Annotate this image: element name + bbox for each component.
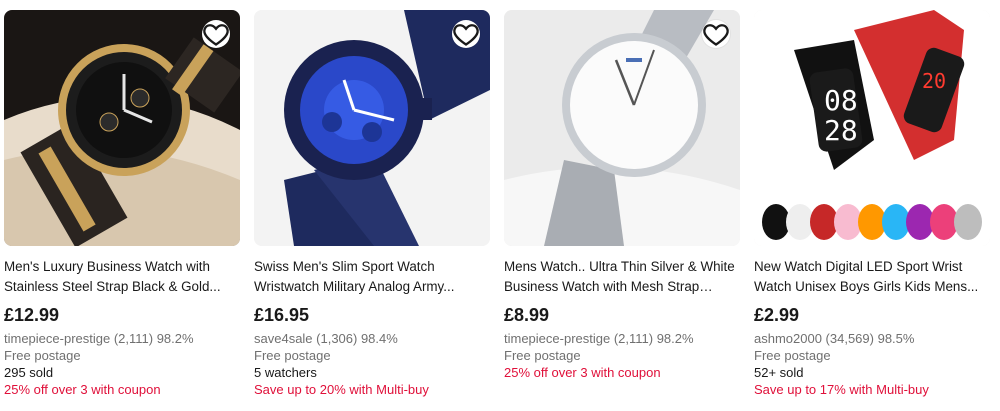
product-image[interactable] <box>254 10 490 246</box>
seller-info: save4sale (1,306) 98.4% <box>254 331 398 346</box>
digital-led-watch-image: 08 28 20 <box>754 10 990 246</box>
product-price: £16.95 <box>254 305 310 325</box>
postage-info: Free postage <box>504 348 581 363</box>
seller-info: ashmo2000 (34,569) 98.5% <box>754 331 915 346</box>
seller-info: timepiece-prestige (2,111) 98.2% <box>504 331 694 346</box>
product-grid: Men's Luxury Business Watch with Stainle… <box>0 0 1000 411</box>
svg-text:20: 20 <box>922 69 946 93</box>
product-price: £8.99 <box>504 305 550 325</box>
postage-info: Free postage <box>754 348 831 363</box>
seller-info: timepiece-prestige (2,111) 98.2% <box>4 331 194 346</box>
promo-text: Save up to 20% with Multi-buy <box>254 382 429 397</box>
product-card[interactable]: Swiss Men's Slim Sport Watch Wristwatch … <box>254 10 492 398</box>
product-title[interactable]: Men's Luxury Business Watch with Stainle… <box>4 257 242 296</box>
product-price: £12.99 <box>4 305 60 325</box>
svg-text:08: 08 <box>824 84 858 117</box>
watchers-count: 5 watchers <box>254 365 317 380</box>
product-image[interactable] <box>4 10 240 246</box>
product-card[interactable]: Mens Watch.. Ultra Thin Silver & White B… <box>504 10 742 381</box>
sold-count: 295 sold <box>4 365 54 380</box>
svg-text:28: 28 <box>824 114 858 147</box>
product-image[interactable] <box>504 10 740 246</box>
promo-text: 25% off over 3 with coupon <box>504 365 661 380</box>
product-title[interactable]: New Watch Digital LED Sport Wrist Watch … <box>754 257 992 296</box>
heart-outline-icon <box>203 24 229 46</box>
promo-text: Save up to 17% with Multi-buy <box>754 382 929 397</box>
product-price: £2.99 <box>754 305 800 325</box>
product-card[interactable]: 08 28 20 New Watch Digital LED Sport Wri… <box>754 10 992 398</box>
sold-count: 52+ sold <box>754 365 804 380</box>
product-card[interactable]: Men's Luxury Business Watch with Stainle… <box>4 10 242 398</box>
heart-outline-icon <box>703 24 729 46</box>
wishlist-button[interactable] <box>702 20 730 48</box>
promo-text: 25% off over 3 with coupon <box>4 382 161 397</box>
wishlist-button[interactable] <box>452 20 480 48</box>
product-title[interactable]: Mens Watch.. Ultra Thin Silver & White B… <box>504 257 742 296</box>
product-title[interactable]: Swiss Men's Slim Sport Watch Wristwatch … <box>254 257 492 296</box>
postage-info: Free postage <box>4 348 81 363</box>
postage-info: Free postage <box>254 348 331 363</box>
heart-outline-icon <box>453 24 479 46</box>
wishlist-button[interactable] <box>202 20 230 48</box>
product-image[interactable]: 08 28 20 <box>754 10 990 246</box>
